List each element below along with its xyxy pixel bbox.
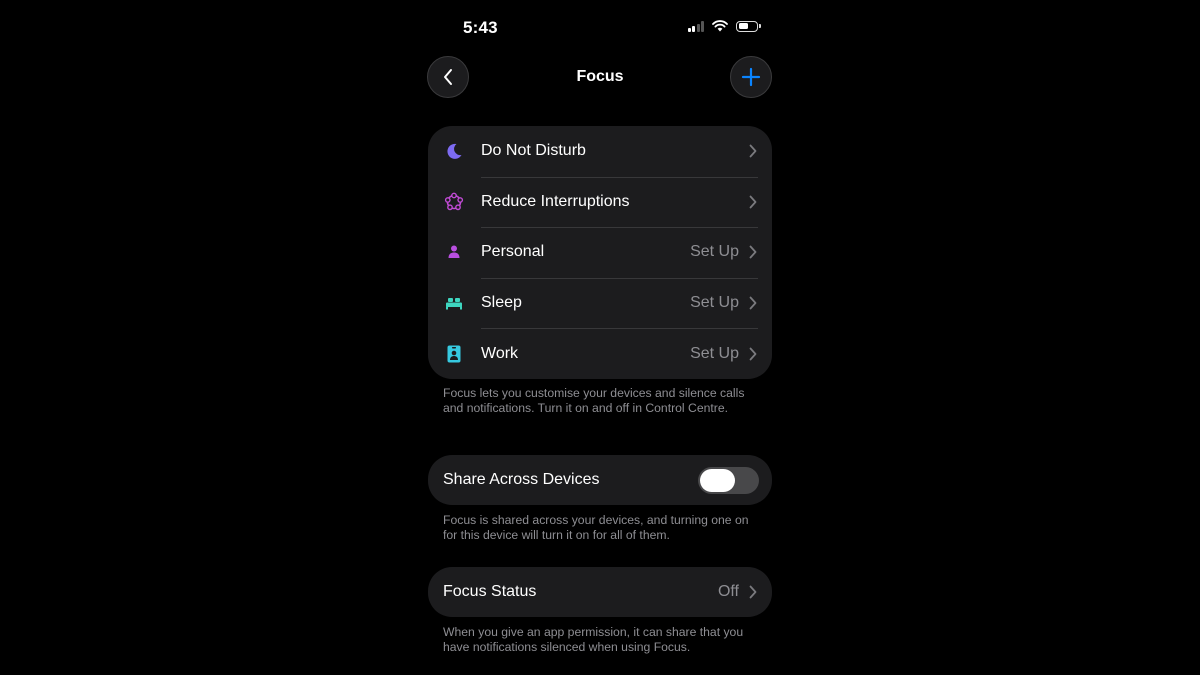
- focus-footnote: Focus lets you customise your devices an…: [443, 386, 745, 416]
- focus-status-footnote: When you give an app permission, it can …: [443, 625, 744, 655]
- focus-row-do-not-disturb[interactable]: Do Not Disturb: [428, 126, 772, 177]
- toggle-knob: [700, 469, 735, 492]
- focus-row-work[interactable]: Work Set Up: [428, 328, 772, 379]
- focus-mode-list: Do Not Disturb Reduce Interruptions Pers…: [428, 126, 772, 379]
- chevron-right-icon: [749, 296, 757, 310]
- focus-row-label: Do Not Disturb: [481, 142, 586, 160]
- chevron-right-icon: [749, 195, 757, 209]
- reduce-interruptions-icon: [443, 191, 465, 213]
- chevron-right-icon: [749, 246, 757, 259]
- focus-row-label: Sleep: [481, 294, 522, 312]
- chevron-right-icon: [749, 144, 757, 158]
- focus-status-value: Off: [717, 583, 739, 600]
- status-time: 5:43: [463, 18, 498, 37]
- plus-icon: [741, 67, 761, 87]
- share-footnote: Focus is shared across your devices, and…: [443, 513, 749, 543]
- focus-row-personal[interactable]: Personal Set Up: [428, 227, 772, 278]
- bed-icon: [443, 292, 465, 314]
- id-badge-icon: [443, 343, 465, 365]
- cellular-signal-icon: [687, 20, 704, 32]
- focus-row-reduce-interruptions[interactable]: Reduce Interruptions: [428, 176, 772, 228]
- focus-row-detail: Set Up: [690, 344, 739, 362]
- focus-row-label: Work: [481, 344, 519, 362]
- add-focus-button[interactable]: [730, 56, 772, 98]
- status-bar: 5:43: [428, 14, 772, 42]
- moon-icon: [443, 140, 465, 162]
- share-across-devices-row: Share Across Devices: [428, 455, 772, 505]
- person-icon: [443, 241, 465, 263]
- focus-row-label: Reduce Interruptions: [481, 192, 630, 210]
- chevron-right-icon: [749, 347, 757, 361]
- status-icons: [687, 20, 761, 32]
- focus-row-detail: Set Up: [690, 243, 739, 261]
- battery-icon: [736, 20, 761, 32]
- focus-row-label: Personal: [481, 243, 545, 261]
- focus-row-detail: Set Up: [690, 294, 739, 312]
- chevron-right-icon: [749, 585, 757, 599]
- page-title: Focus: [576, 68, 624, 85]
- focus-status-row[interactable]: Focus Status Off: [428, 567, 772, 617]
- share-across-devices-toggle[interactable]: [698, 467, 759, 494]
- focus-row-sleep[interactable]: Sleep Set Up: [428, 277, 772, 329]
- wifi-icon: [712, 20, 728, 32]
- share-across-devices-label: Share Across Devices: [443, 471, 600, 488]
- focus-status-label: Focus Status: [443, 583, 537, 600]
